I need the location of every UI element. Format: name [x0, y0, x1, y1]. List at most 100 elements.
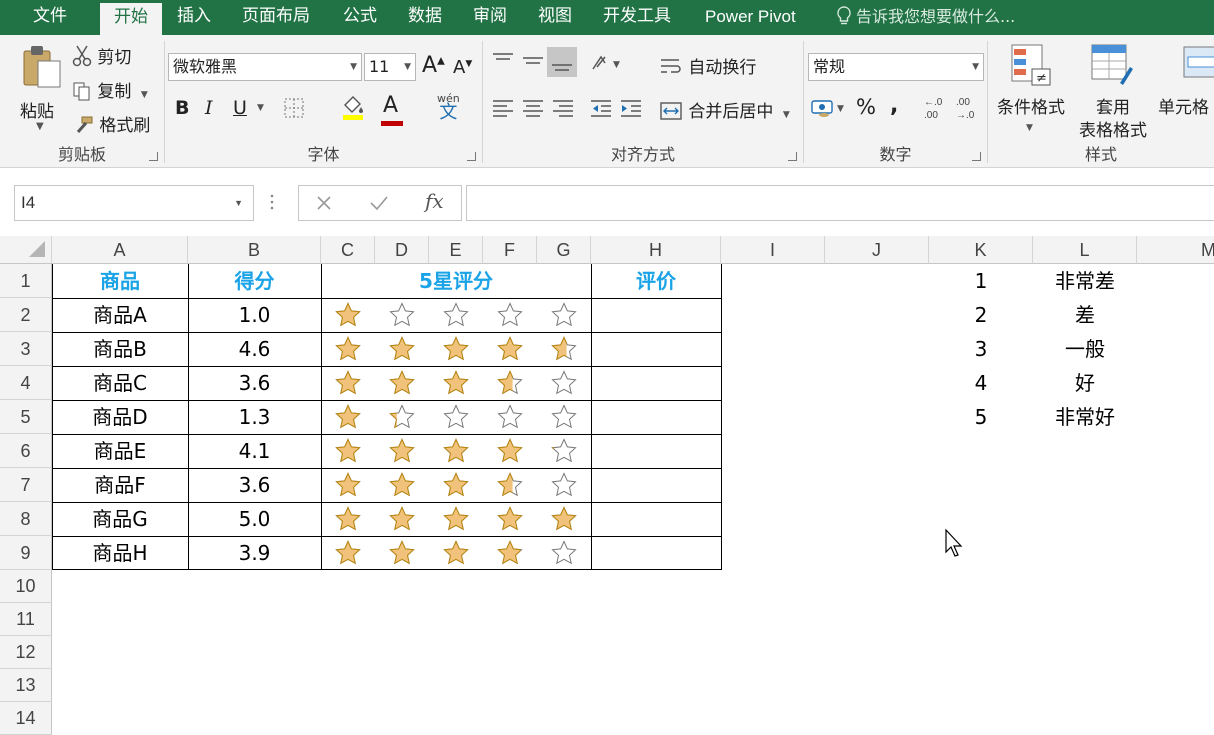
cell-score[interactable]: 3.9	[188, 536, 321, 570]
wrap-text-button[interactable]: 自动换行	[659, 53, 756, 78]
comma-style-button[interactable]: ,	[890, 93, 898, 118]
cell-product-name[interactable]: 商品B	[52, 332, 188, 366]
cut-button[interactable]: 剪切	[72, 43, 131, 68]
copy-button[interactable]: 复制 ▼	[72, 77, 148, 102]
column-header-d[interactable]: D	[375, 236, 429, 264]
percent-button[interactable]: %	[856, 95, 876, 119]
lookup-key[interactable]: 1	[929, 264, 1033, 298]
underline-dropdown-icon[interactable]: ▼	[257, 103, 264, 113]
alignment-launcher[interactable]	[788, 152, 797, 161]
row-header-2[interactable]: 2	[0, 298, 52, 332]
number-format-combo[interactable]: 常规 ▼	[808, 53, 984, 81]
row-header-6[interactable]: 6	[0, 434, 52, 468]
tab-view[interactable]: 视图	[538, 0, 572, 35]
font-size-combo[interactable]: 11 ▼	[364, 53, 416, 81]
tab-file[interactable]: 文件	[0, 0, 100, 35]
increase-font-button[interactable]: A▲	[422, 53, 445, 78]
accounting-format-button[interactable]: ▼	[810, 97, 846, 124]
column-header-k[interactable]: K	[929, 236, 1033, 264]
tab-page-layout[interactable]: 页面布局	[242, 0, 310, 35]
cell-score[interactable]: 5.0	[188, 502, 321, 536]
decrease-font-button[interactable]: A▼	[453, 57, 472, 78]
cell-product-name[interactable]: 商品F	[52, 468, 188, 502]
insert-function-button[interactable]: fx	[425, 189, 444, 213]
font-color-button[interactable]: A	[381, 93, 403, 126]
font-launcher[interactable]	[467, 152, 476, 161]
format-painter-button[interactable]: 格式刷	[72, 111, 150, 136]
font-name-combo[interactable]: 微软雅黑 ▼	[168, 53, 362, 81]
borders-button[interactable]	[283, 97, 305, 124]
align-bottom-button[interactable]	[547, 47, 577, 77]
cell-score[interactable]: 3.6	[188, 468, 321, 502]
column-header-g[interactable]: G	[537, 236, 591, 264]
cell-product-name[interactable]: 商品H	[52, 536, 188, 570]
merge-center-button[interactable]: 合并后居中 ▼	[659, 97, 790, 122]
name-box[interactable]: I4 ▼	[14, 185, 254, 221]
lookup-label[interactable]: 非常差	[1033, 264, 1137, 298]
row-header-9[interactable]: 9	[0, 536, 52, 570]
align-right-button[interactable]	[551, 97, 575, 124]
column-header-c[interactable]: C	[321, 236, 375, 264]
phonetic-button[interactable]: wén 文	[437, 93, 460, 122]
cancel-entry-button[interactable]	[315, 194, 333, 216]
clipboard-launcher[interactable]	[149, 152, 158, 161]
conditional-formatting-button[interactable]: ≠ 条件格式 ▼	[992, 43, 1070, 143]
increase-decimal-button[interactable]: ←.0.00	[922, 95, 948, 126]
align-middle-button[interactable]	[521, 49, 545, 76]
row-header-10[interactable]: 10	[0, 570, 52, 603]
align-top-button[interactable]	[491, 49, 515, 76]
tab-power-pivot[interactable]: Power Pivot	[705, 0, 796, 35]
cell-score[interactable]: 1.0	[188, 298, 321, 332]
lookup-label[interactable]: 一般	[1033, 332, 1137, 366]
paste-button[interactable]: 粘贴 ▼	[14, 43, 66, 143]
cell-score[interactable]: 4.1	[188, 434, 321, 468]
tab-developer[interactable]: 开发工具	[603, 0, 671, 35]
column-header-e[interactable]: E	[429, 236, 483, 264]
column-header-a[interactable]: A	[52, 236, 188, 264]
column-header-b[interactable]: B	[188, 236, 321, 264]
cell-product-name[interactable]: 商品D	[52, 400, 188, 434]
header-product[interactable]: 商品	[52, 264, 188, 298]
fill-color-button[interactable]	[341, 95, 365, 126]
underline-button[interactable]: U	[233, 97, 247, 119]
cell-product-name[interactable]: 商品G	[52, 502, 188, 536]
chevron-down-icon[interactable]: ▼	[234, 186, 243, 220]
decrease-indent-button[interactable]	[589, 97, 613, 124]
row-header-5[interactable]: 5	[0, 400, 52, 434]
orientation-button[interactable]: ▼	[589, 53, 623, 78]
tab-review[interactable]: 审阅	[473, 0, 507, 35]
cell-score[interactable]: 1.3	[188, 400, 321, 434]
tab-home[interactable]: 开始	[100, 3, 162, 35]
row-header-14[interactable]: 14	[0, 702, 52, 735]
column-header-i[interactable]: I	[721, 236, 825, 264]
header-evaluation[interactable]: 评价	[591, 264, 721, 298]
bold-button[interactable]: B	[175, 97, 189, 119]
lookup-key[interactable]: 2	[929, 298, 1033, 332]
lookup-key[interactable]: 4	[929, 366, 1033, 400]
lookup-key[interactable]: 5	[929, 400, 1033, 434]
header-rating[interactable]: 5星评分	[321, 264, 591, 298]
number-launcher[interactable]	[972, 152, 981, 161]
format-as-table-button[interactable]: 套用 表格格式	[1070, 43, 1156, 143]
row-header-13[interactable]: 13	[0, 669, 52, 702]
row-header-4[interactable]: 4	[0, 366, 52, 400]
cell-product-name[interactable]: 商品C	[52, 366, 188, 400]
increase-indent-button[interactable]	[619, 97, 643, 124]
tab-formulas[interactable]: 公式	[343, 0, 377, 35]
tab-insert[interactable]: 插入	[177, 0, 211, 35]
row-header-11[interactable]: 11	[0, 603, 52, 636]
column-header-l[interactable]: L	[1033, 236, 1137, 264]
lookup-key[interactable]: 3	[929, 332, 1033, 366]
row-header-12[interactable]: 12	[0, 636, 52, 669]
formula-input[interactable]	[466, 185, 1214, 221]
lookup-label[interactable]: 好	[1033, 366, 1137, 400]
row-header-1[interactable]: 1	[0, 264, 52, 298]
formula-bar-splitter[interactable]	[270, 192, 274, 212]
align-left-button[interactable]	[491, 97, 515, 124]
column-header-m[interactable]: M	[1137, 236, 1214, 264]
row-header-8[interactable]: 8	[0, 502, 52, 536]
column-header-h[interactable]: H	[591, 236, 721, 264]
header-score[interactable]: 得分	[188, 264, 321, 298]
cell-product-name[interactable]: 商品A	[52, 298, 188, 332]
row-header-7[interactable]: 7	[0, 468, 52, 502]
